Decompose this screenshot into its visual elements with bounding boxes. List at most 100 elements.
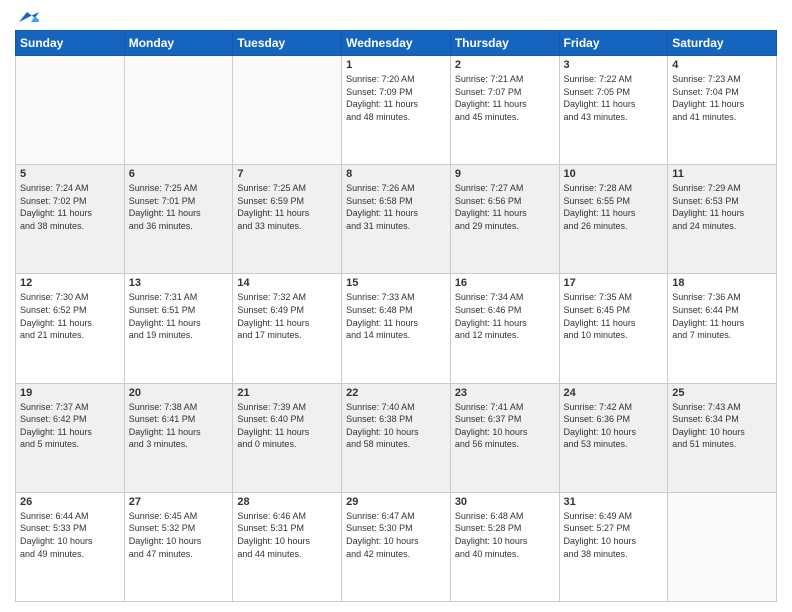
day-number: 29 (346, 496, 446, 508)
day-info: Sunrise: 7:35 AM Sunset: 6:45 PM Dayligh… (564, 291, 664, 341)
day-info: Sunrise: 7:31 AM Sunset: 6:51 PM Dayligh… (129, 291, 229, 341)
calendar-header-row: SundayMondayTuesdayWednesdayThursdayFrid… (16, 31, 777, 56)
day-number: 13 (129, 277, 229, 289)
calendar-cell: 17 Sunrise: 7:35 AM Sunset: 6:45 PM Dayli… (559, 274, 668, 383)
col-header-sunday: Sunday (16, 31, 125, 56)
day-info: Sunrise: 7:28 AM Sunset: 6:55 PM Dayligh… (564, 182, 664, 232)
day-number: 19 (20, 387, 120, 399)
day-info: Sunrise: 7:43 AM Sunset: 6:34 PM Dayligh… (672, 401, 772, 451)
calendar-cell: 15 Sunrise: 7:33 AM Sunset: 6:48 PM Dayli… (342, 274, 451, 383)
day-number: 24 (564, 387, 664, 399)
calendar-week-row: 26 Sunrise: 6:44 AM Sunset: 5:33 PM Dayli… (16, 492, 777, 601)
day-number: 8 (346, 168, 446, 180)
day-number: 22 (346, 387, 446, 399)
day-info: Sunrise: 6:47 AM Sunset: 5:30 PM Dayligh… (346, 510, 446, 560)
day-info: Sunrise: 6:45 AM Sunset: 5:32 PM Dayligh… (129, 510, 229, 560)
calendar-cell: 5 Sunrise: 7:24 AM Sunset: 7:02 PM Daylig… (16, 165, 125, 274)
calendar-week-row: 19 Sunrise: 7:37 AM Sunset: 6:42 PM Dayli… (16, 383, 777, 492)
col-header-saturday: Saturday (668, 31, 777, 56)
day-info: Sunrise: 7:32 AM Sunset: 6:49 PM Dayligh… (237, 291, 337, 341)
day-number: 12 (20, 277, 120, 289)
day-info: Sunrise: 7:24 AM Sunset: 7:02 PM Dayligh… (20, 182, 120, 232)
day-number: 25 (672, 387, 772, 399)
day-number: 27 (129, 496, 229, 508)
day-number: 2 (455, 59, 555, 71)
calendar-cell: 9 Sunrise: 7:27 AM Sunset: 6:56 PM Daylig… (450, 165, 559, 274)
col-header-tuesday: Tuesday (233, 31, 342, 56)
calendar-cell: 4 Sunrise: 7:23 AM Sunset: 7:04 PM Daylig… (668, 56, 777, 165)
day-info: Sunrise: 7:29 AM Sunset: 6:53 PM Dayligh… (672, 182, 772, 232)
day-number: 14 (237, 277, 337, 289)
calendar-cell: 13 Sunrise: 7:31 AM Sunset: 6:51 PM Dayli… (124, 274, 233, 383)
day-number: 9 (455, 168, 555, 180)
calendar-cell: 19 Sunrise: 7:37 AM Sunset: 6:42 PM Dayli… (16, 383, 125, 492)
calendar-cell (124, 56, 233, 165)
day-number: 23 (455, 387, 555, 399)
day-number: 1 (346, 59, 446, 71)
day-number: 26 (20, 496, 120, 508)
day-info: Sunrise: 7:36 AM Sunset: 6:44 PM Dayligh… (672, 291, 772, 341)
calendar-week-row: 1 Sunrise: 7:20 AM Sunset: 7:09 PM Daylig… (16, 56, 777, 165)
calendar-table: SundayMondayTuesdayWednesdayThursdayFrid… (15, 30, 777, 602)
calendar-cell: 28Sunrise: 6:46 AM Sunset: 5:31 PM Dayli… (233, 492, 342, 601)
calendar-cell: 11 Sunrise: 7:29 AM Sunset: 6:53 PM Dayli… (668, 165, 777, 274)
calendar-cell: 18 Sunrise: 7:36 AM Sunset: 6:44 PM Dayli… (668, 274, 777, 383)
day-number: 16 (455, 277, 555, 289)
calendar-cell: 23Sunrise: 7:41 AM Sunset: 6:37 PM Dayli… (450, 383, 559, 492)
day-info: Sunrise: 6:44 AM Sunset: 5:33 PM Dayligh… (20, 510, 120, 560)
calendar-cell: 1 Sunrise: 7:20 AM Sunset: 7:09 PM Daylig… (342, 56, 451, 165)
day-info: Sunrise: 7:33 AM Sunset: 6:48 PM Dayligh… (346, 291, 446, 341)
logo-icon (17, 10, 39, 24)
day-info: Sunrise: 7:38 AM Sunset: 6:41 PM Dayligh… (129, 401, 229, 451)
day-number: 5 (20, 168, 120, 180)
calendar-cell: 16Sunrise: 7:34 AM Sunset: 6:46 PM Dayli… (450, 274, 559, 383)
col-header-wednesday: Wednesday (342, 31, 451, 56)
day-info: Sunrise: 6:49 AM Sunset: 5:27 PM Dayligh… (564, 510, 664, 560)
day-number: 11 (672, 168, 772, 180)
day-number: 15 (346, 277, 446, 289)
calendar-cell: 22Sunrise: 7:40 AM Sunset: 6:38 PM Dayli… (342, 383, 451, 492)
calendar-cell: 3Sunrise: 7:22 AM Sunset: 7:05 PM Daylig… (559, 56, 668, 165)
calendar-cell: 27 Sunrise: 6:45 AM Sunset: 5:32 PM Dayli… (124, 492, 233, 601)
day-info: Sunrise: 7:22 AM Sunset: 7:05 PM Dayligh… (564, 73, 664, 123)
day-info: Sunrise: 7:20 AM Sunset: 7:09 PM Dayligh… (346, 73, 446, 123)
day-number: 4 (672, 59, 772, 71)
day-info: Sunrise: 7:26 AM Sunset: 6:58 PM Dayligh… (346, 182, 446, 232)
day-info: Sunrise: 7:25 AM Sunset: 6:59 PM Dayligh… (237, 182, 337, 232)
day-number: 17 (564, 277, 664, 289)
day-info: Sunrise: 6:46 AM Sunset: 5:31 PM Dayligh… (237, 510, 337, 560)
day-info: Sunrise: 7:21 AM Sunset: 7:07 PM Dayligh… (455, 73, 555, 123)
calendar-cell (16, 56, 125, 165)
calendar-cell: 30Sunrise: 6:48 AM Sunset: 5:28 PM Dayli… (450, 492, 559, 601)
col-header-thursday: Thursday (450, 31, 559, 56)
calendar-cell: 7 Sunrise: 7:25 AM Sunset: 6:59 PM Daylig… (233, 165, 342, 274)
calendar-cell (233, 56, 342, 165)
logo (15, 10, 39, 22)
day-info: Sunrise: 7:39 AM Sunset: 6:40 PM Dayligh… (237, 401, 337, 451)
calendar-week-row: 12 Sunrise: 7:30 AM Sunset: 6:52 PM Dayli… (16, 274, 777, 383)
calendar-cell: 20 Sunrise: 7:38 AM Sunset: 6:41 PM Dayli… (124, 383, 233, 492)
day-number: 21 (237, 387, 337, 399)
day-info: Sunrise: 7:42 AM Sunset: 6:36 PM Dayligh… (564, 401, 664, 451)
page: SundayMondayTuesdayWednesdayThursdayFrid… (0, 0, 792, 612)
col-header-friday: Friday (559, 31, 668, 56)
calendar-cell: 10Sunrise: 7:28 AM Sunset: 6:55 PM Dayli… (559, 165, 668, 274)
calendar-cell: 29 Sunrise: 6:47 AM Sunset: 5:30 PM Dayli… (342, 492, 451, 601)
col-header-monday: Monday (124, 31, 233, 56)
calendar-cell: 26 Sunrise: 6:44 AM Sunset: 5:33 PM Dayli… (16, 492, 125, 601)
day-info: Sunrise: 7:30 AM Sunset: 6:52 PM Dayligh… (20, 291, 120, 341)
calendar-cell: 25 Sunrise: 7:43 AM Sunset: 6:34 PM Dayli… (668, 383, 777, 492)
header (15, 10, 777, 22)
day-number: 30 (455, 496, 555, 508)
day-number: 31 (564, 496, 664, 508)
day-info: Sunrise: 7:23 AM Sunset: 7:04 PM Dayligh… (672, 73, 772, 123)
day-number: 20 (129, 387, 229, 399)
calendar-cell: 31 Sunrise: 6:49 AM Sunset: 5:27 PM Dayli… (559, 492, 668, 601)
day-number: 7 (237, 168, 337, 180)
day-info: Sunrise: 7:27 AM Sunset: 6:56 PM Dayligh… (455, 182, 555, 232)
calendar-cell: 24 Sunrise: 7:42 AM Sunset: 6:36 PM Dayli… (559, 383, 668, 492)
calendar-week-row: 5 Sunrise: 7:24 AM Sunset: 7:02 PM Daylig… (16, 165, 777, 274)
day-info: Sunrise: 7:37 AM Sunset: 6:42 PM Dayligh… (20, 401, 120, 451)
day-number: 18 (672, 277, 772, 289)
calendar-cell: 14 Sunrise: 7:32 AM Sunset: 6:49 PM Dayli… (233, 274, 342, 383)
